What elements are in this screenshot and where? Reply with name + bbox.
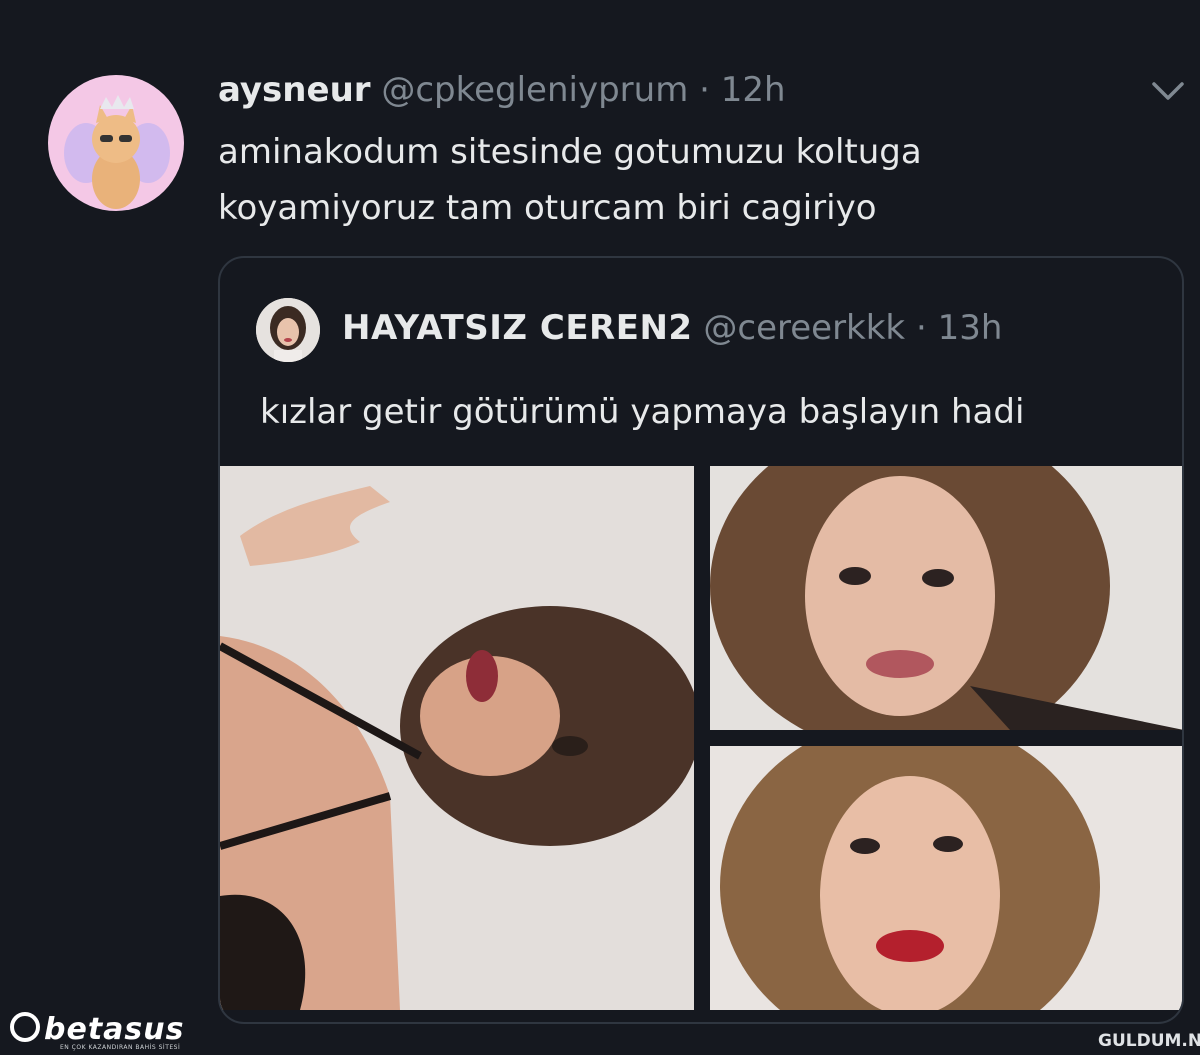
quoted-author-avatar[interactable] [256, 298, 320, 362]
quoted-header-separator: · [915, 308, 927, 348]
tweet-timestamp[interactable]: 12h [721, 70, 786, 110]
header-separator: · [699, 70, 710, 110]
tweet-header: aysneur @cpkegleniyprum · 12h [218, 66, 786, 114]
quoted-tweet-timestamp[interactable]: 13h [938, 308, 1003, 348]
betasus-brand-text: betasus [44, 1012, 185, 1047]
tweet-text-line: koyamiyoruz tam oturcam biri cagiriyo [218, 188, 877, 228]
media-photo-3[interactable] [710, 746, 1182, 1010]
betasus-logo: betasus [10, 1012, 184, 1047]
author-display-name[interactable]: aysneur [218, 70, 371, 110]
quoted-tweet-card[interactable]: HAYATSIZ CEREN2 @cereerkkk · 13h kızlar … [218, 256, 1184, 1024]
quoted-tweet-text: kızlar getir götürümü yapmaya başlayın h… [260, 392, 1025, 432]
author-handle[interactable]: @cpkegleniyprum [381, 70, 688, 110]
media-photo-1[interactable] [220, 466, 694, 1010]
guldum-watermark: GULDUM.NET [1098, 1031, 1200, 1051]
chevron-down-icon[interactable] [1146, 72, 1190, 112]
quoted-tweet-header: HAYATSIZ CEREN2 @cereerkkk · 13h [342, 302, 1002, 354]
tweet-text-line: aminakodum sitesinde gotumuzu koltuga [218, 132, 922, 172]
betasus-tagline: EN ÇOK KAZANDIRAN BAHİS SİTESİ [60, 1044, 181, 1051]
author-avatar[interactable] [48, 75, 184, 211]
quoted-author-display-name[interactable]: HAYATSIZ CEREN2 [342, 308, 693, 348]
tweet-text: aminakodum sitesinde gotumuzu koltuga ko… [218, 124, 1058, 236]
media-photo-2[interactable] [710, 466, 1182, 730]
quoted-author-handle[interactable]: @cereerkkk [703, 308, 905, 348]
